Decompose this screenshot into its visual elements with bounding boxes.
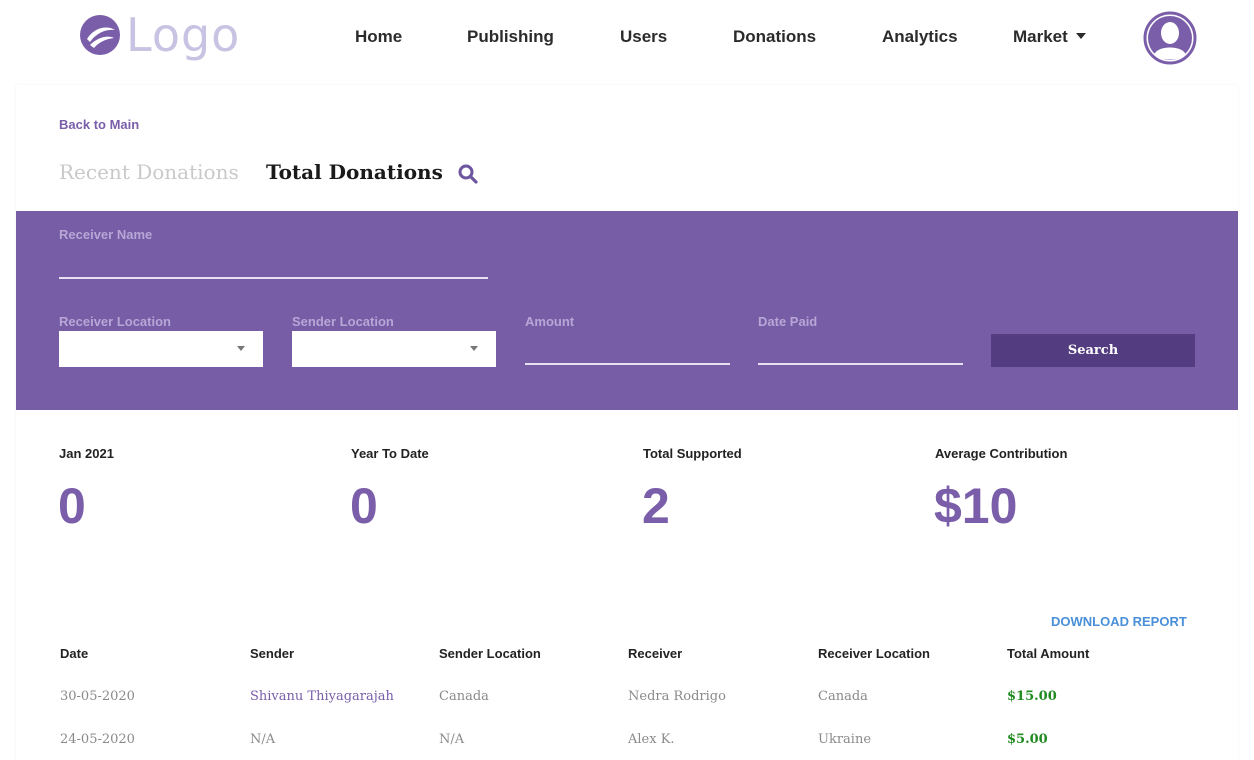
- tab-recent-donations[interactable]: Recent Donations: [59, 160, 239, 184]
- cell-sender: N/A: [250, 732, 276, 747]
- nav-analytics[interactable]: Analytics: [882, 27, 958, 47]
- cell-receiver-location: Ukraine: [818, 732, 872, 747]
- column-header-receiver[interactable]: Receiver: [628, 646, 682, 661]
- nav-home[interactable]: Home: [355, 27, 402, 47]
- chevron-down-icon: [237, 346, 245, 351]
- receiver-location-label: Receiver Location: [59, 314, 171, 329]
- nav-publishing[interactable]: Publishing: [467, 27, 554, 47]
- nav-market-label: Market: [1013, 27, 1068, 46]
- search-button[interactable]: Search: [991, 334, 1195, 367]
- sender-location-label: Sender Location: [292, 314, 394, 329]
- back-to-main-link[interactable]: Back to Main: [59, 117, 139, 132]
- column-header-total-amount[interactable]: Total Amount: [1007, 646, 1089, 661]
- column-header-date[interactable]: Date: [60, 646, 88, 661]
- logo-icon: [80, 15, 120, 55]
- cell-receiver-location: Canada: [818, 689, 868, 704]
- cell-receiver: Alex K.: [628, 732, 675, 747]
- chevron-down-icon: [470, 346, 478, 351]
- receiver-location-select[interactable]: [59, 331, 263, 367]
- date-paid-input[interactable]: [758, 335, 963, 365]
- receiver-name-input[interactable]: [59, 249, 488, 279]
- stat-label-jan-2021: Jan 2021: [59, 446, 114, 461]
- date-paid-label: Date Paid: [758, 314, 818, 329]
- receiver-name-label: Receiver Name: [59, 227, 153, 242]
- amount-input[interactable]: [525, 335, 730, 365]
- logo[interactable]: Logo: [78, 12, 240, 58]
- cell-sender-location: N/A: [439, 732, 465, 747]
- chevron-down-icon: [1075, 33, 1086, 39]
- sender-location-select[interactable]: [292, 331, 496, 367]
- stat-value-jan-2021: 0: [58, 478, 86, 534]
- tab-total-donations[interactable]: Total Donations: [266, 160, 443, 184]
- nav-users[interactable]: Users: [620, 27, 667, 47]
- top-navbar: Logo Home Publishing Users Donations Ana…: [0, 0, 1254, 85]
- cell-sender-link[interactable]: Shivanu Thiyagarajah: [250, 689, 394, 704]
- stat-label-year-to-date: Year To Date: [351, 446, 429, 461]
- logo-text: Logo: [126, 8, 241, 62]
- nav-market-dropdown[interactable]: Market: [1013, 27, 1086, 47]
- cell-total-amount: $5.00: [1007, 732, 1048, 747]
- download-report-link[interactable]: DOWNLOAD REPORT: [1051, 614, 1187, 629]
- filter-panel: Receiver Name Receiver Location Sender L…: [16, 211, 1238, 410]
- cell-date: 24-05-2020: [60, 732, 135, 747]
- stat-label-total-supported: Total Supported: [643, 446, 742, 461]
- column-header-receiver-location[interactable]: Receiver Location: [818, 646, 930, 661]
- stat-value-total-supported: 2: [642, 478, 670, 534]
- search-icon[interactable]: [457, 163, 479, 185]
- nav-donations[interactable]: Donations: [733, 27, 816, 47]
- user-avatar-icon[interactable]: [1143, 11, 1197, 65]
- column-header-sender-location[interactable]: Sender Location: [439, 646, 541, 661]
- stat-value-year-to-date: 0: [350, 478, 378, 534]
- cell-date: 30-05-2020: [60, 689, 135, 704]
- amount-label: Amount: [525, 314, 575, 329]
- cell-sender-location: Canada: [439, 689, 489, 704]
- cell-total-amount: $15.00: [1007, 689, 1057, 704]
- column-header-sender[interactable]: Sender: [250, 646, 294, 661]
- stat-label-average-contribution: Average Contribution: [935, 446, 1068, 461]
- stat-value-average-contribution: $10: [934, 478, 1018, 534]
- cell-receiver: Nedra Rodrigo: [628, 689, 726, 704]
